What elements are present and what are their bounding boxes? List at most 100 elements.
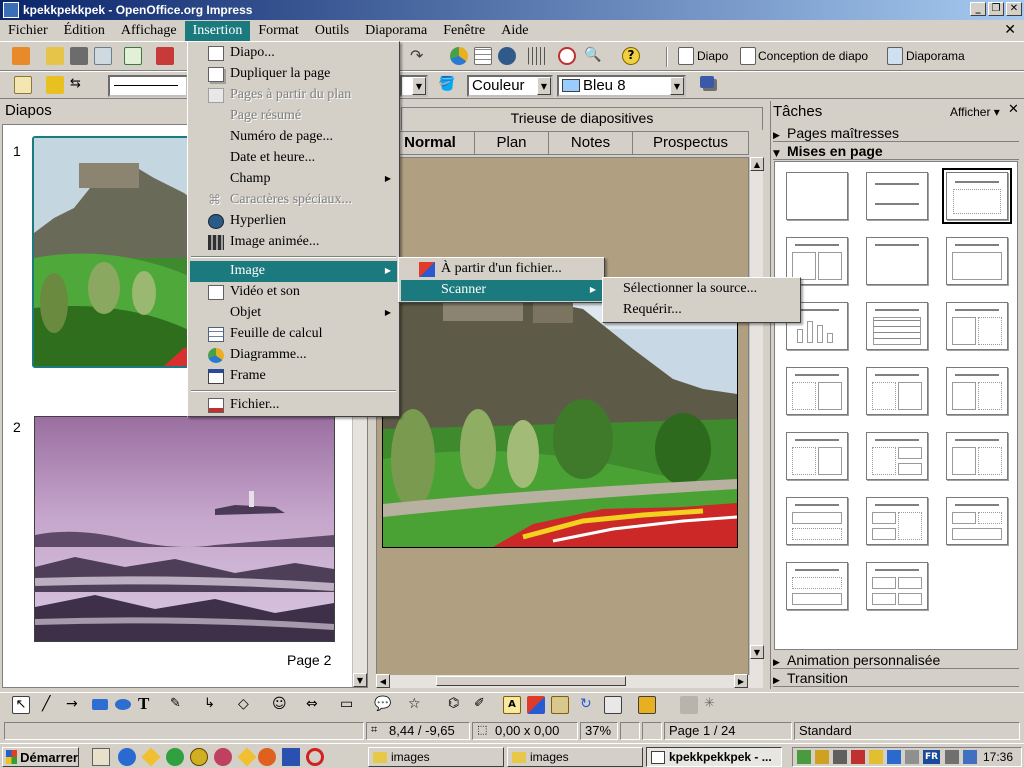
arrow-line-tool-icon[interactable]: →	[66, 696, 84, 714]
menu-item-date-time[interactable]: Date et heure...	[190, 148, 397, 169]
menu-outils[interactable]: Outils	[307, 21, 357, 41]
layout-title-content[interactable]	[942, 168, 1012, 224]
rectangle-tool-icon[interactable]	[92, 699, 108, 710]
app-icon[interactable]	[141, 747, 161, 767]
gallery-icon[interactable]	[551, 696, 569, 714]
layout-blank[interactable]	[786, 172, 848, 220]
area-style-combo[interactable]: Couleur ▼	[467, 75, 553, 97]
scroll-down-icon[interactable]: ▼	[750, 645, 764, 659]
menu-item-page-number[interactable]: Numéro de page...	[190, 127, 397, 148]
speaker-icon[interactable]	[945, 750, 959, 764]
fill-color-combo[interactable]: Bleu 8 ▼	[557, 75, 686, 97]
navigator-icon[interactable]	[498, 47, 516, 65]
line-width-combo[interactable]: ▼	[400, 75, 428, 97]
layout-chart-text[interactable]	[946, 367, 1008, 415]
firefox-icon[interactable]	[258, 748, 276, 766]
layout-four-objects[interactable]	[866, 562, 928, 610]
menu-item-duplicate-page[interactable]: Dupliquer la page	[190, 64, 397, 85]
basic-shapes-icon[interactable]: ◇	[238, 696, 256, 714]
points-icon[interactable]: ⌬	[448, 696, 466, 714]
flowchart-icon[interactable]: ▭	[340, 696, 358, 714]
layout-title-only[interactable]	[866, 172, 928, 220]
app-icon[interactable]	[282, 748, 300, 766]
slide-edit-area[interactable]	[376, 157, 749, 688]
menu-item-image[interactable]: Image ▶	[190, 261, 397, 282]
text-tool-icon[interactable]: T	[138, 695, 156, 713]
menu-format[interactable]: Format	[250, 21, 306, 41]
align-icon[interactable]	[604, 696, 622, 714]
layout-text-object[interactable]	[786, 432, 848, 480]
scroll-left-icon[interactable]: ◀	[376, 674, 390, 688]
tray-icon[interactable]	[833, 750, 847, 764]
section-layouts[interactable]: ▼ Mises en page	[773, 143, 1019, 160]
insert-image-icon[interactable]	[527, 696, 545, 714]
tab-prospectus[interactable]: Prospectus	[633, 131, 749, 155]
scroll-up-icon[interactable]: ▲	[750, 157, 764, 171]
menu-item-video-sound[interactable]: Vidéo et son	[190, 282, 397, 303]
menu-item-frame[interactable]: Frame	[190, 366, 397, 387]
restore-button[interactable]: ❐	[988, 2, 1004, 16]
language-indicator[interactable]: FR	[923, 750, 940, 764]
menu-item-select-source[interactable]: Sélectionner la source...	[605, 279, 798, 300]
line-tool-icon[interactable]: ╱	[42, 696, 60, 714]
close-window-button[interactable]: ✕	[1006, 2, 1022, 16]
diapo-button[interactable]: Diapo	[697, 49, 728, 63]
arrow-style-icon[interactable]: ⇆	[70, 76, 88, 94]
menu-item-spreadsheet[interactable]: Feuille de calcul	[190, 324, 397, 345]
close-document-icon[interactable]: ✕	[1004, 22, 1016, 38]
minimize-button[interactable]: _	[970, 2, 986, 16]
arrange-icon[interactable]	[638, 696, 656, 714]
effects-icon[interactable]: ✳	[704, 696, 722, 714]
edit-file-icon[interactable]	[124, 47, 142, 65]
tray-icon[interactable]	[887, 750, 901, 764]
tray-icon[interactable]	[905, 750, 919, 764]
rotate-icon[interactable]: ↻	[580, 696, 598, 714]
layout-clipart-text[interactable]	[946, 302, 1008, 350]
menu-item-chart[interactable]: Diagramme...	[190, 345, 397, 366]
extrusion-icon[interactable]	[680, 696, 698, 714]
save-icon[interactable]	[70, 47, 88, 65]
section-custom-animation[interactable]: ▶ Animation personnalisée	[773, 652, 1019, 669]
tray-icon[interactable]	[869, 750, 883, 764]
slide-thumbnail[interactable]	[34, 416, 335, 642]
table-icon[interactable]	[474, 47, 492, 65]
grid-icon[interactable]	[528, 47, 546, 65]
app-icon[interactable]	[237, 747, 257, 767]
main-scrollbar[interactable]: ▲ ▼	[749, 157, 764, 688]
curve-tool-icon[interactable]: ✎	[170, 696, 188, 714]
tab-plan[interactable]: Plan	[475, 131, 549, 155]
network-icon[interactable]	[963, 750, 977, 764]
app-icon[interactable]	[166, 748, 184, 766]
symbol-shapes-icon[interactable]: ☺	[272, 696, 290, 714]
layout-text-over-object[interactable]	[786, 562, 848, 610]
menu-fichier[interactable]: Fichier	[0, 21, 56, 41]
section-transition[interactable]: ▶ Transition	[773, 670, 1019, 687]
tray-icon[interactable]	[815, 750, 829, 764]
menu-item-scanner[interactable]: Scanner ▶	[401, 280, 602, 301]
line-style-combo[interactable]	[108, 75, 188, 97]
block-arrows-icon[interactable]: ⇔	[306, 696, 324, 714]
tray-icon[interactable]	[851, 750, 865, 764]
menu-edition[interactable]: Édition	[56, 21, 113, 41]
layout-text-clipart[interactable]	[866, 367, 928, 415]
stars-icon[interactable]: ☆	[408, 696, 426, 714]
tab-slide-sorter[interactable]: Trieuse de diapositives	[401, 107, 763, 130]
slide-design-icon[interactable]	[740, 47, 756, 65]
layout-object-over-text[interactable]	[786, 497, 848, 545]
scroll-thumb[interactable]	[436, 676, 626, 686]
email-icon[interactable]	[94, 47, 112, 65]
layout-title-box[interactable]	[946, 237, 1008, 285]
slide-icon[interactable]	[678, 47, 694, 65]
taskbar-window-active[interactable]: kpekkpekkpek - ...	[646, 747, 782, 767]
open-folder-icon[interactable]	[46, 47, 64, 65]
app-icon[interactable]	[190, 748, 208, 766]
taskbar-window[interactable]: images	[507, 747, 643, 767]
export-pdf-icon[interactable]	[156, 47, 174, 65]
section-master-pages[interactable]: ▶ Pages maîtresses	[773, 125, 1019, 142]
desktop-icon[interactable]	[92, 748, 110, 766]
redo-icon[interactable]: ↷	[410, 48, 428, 66]
menu-item-file[interactable]: Fichier...	[190, 395, 397, 416]
layout-table[interactable]	[866, 302, 928, 350]
menu-item-acquire[interactable]: Requérir...	[605, 300, 798, 321]
select-pointer-icon[interactable]	[14, 76, 32, 94]
